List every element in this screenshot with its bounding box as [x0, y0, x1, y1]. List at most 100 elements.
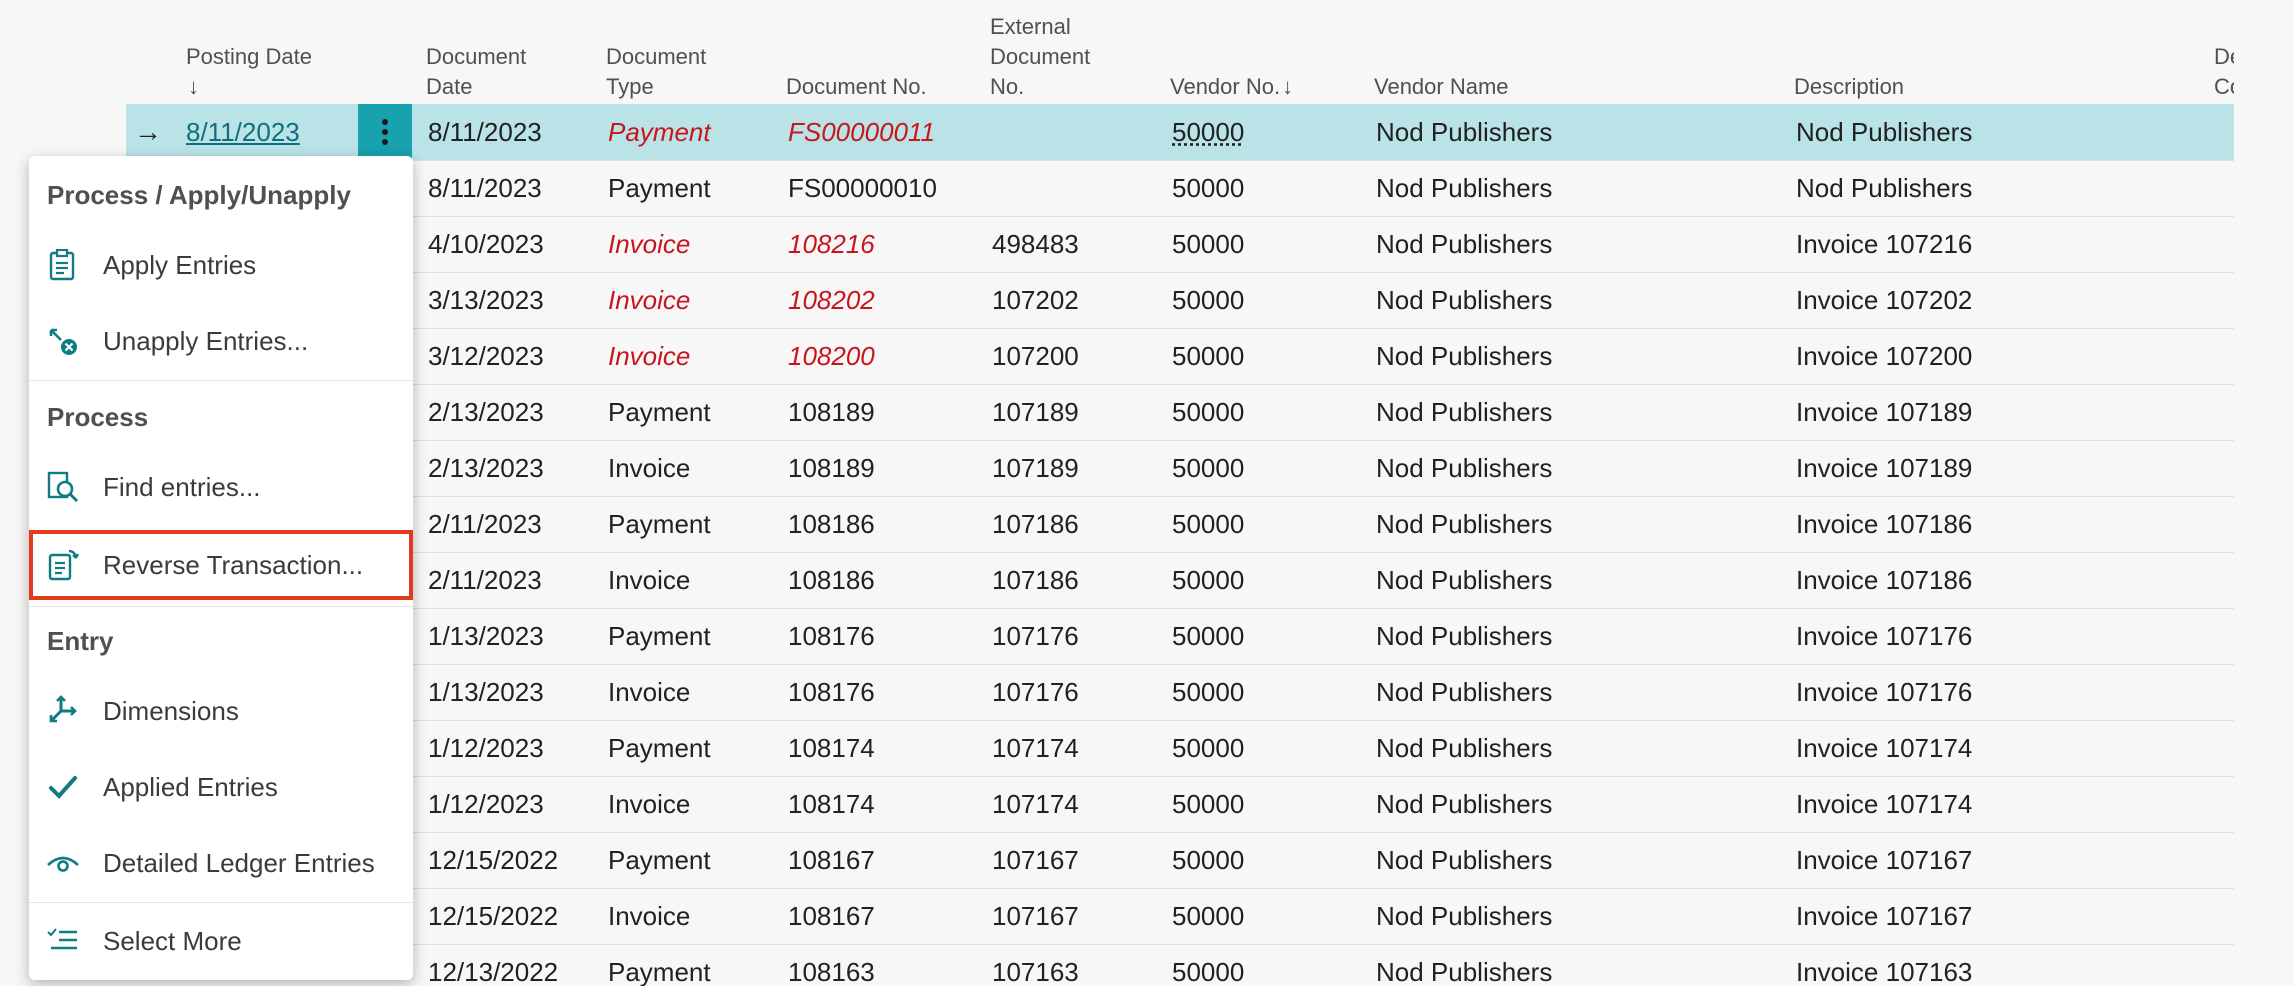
kebab-icon: [382, 119, 388, 145]
menu-separator: [29, 606, 413, 607]
cell-document-date: 3/12/2023: [428, 341, 544, 371]
table-row[interactable]: 3/13/2023 Invoice 108202 107202 50000 Nod Pub…: [126, 272, 2234, 329]
menu-item-label: Detailed Ledger Entries: [103, 847, 375, 878]
menu-heading-entry: Entry: [47, 626, 114, 656]
menu-item-label: Applied Entries: [103, 771, 278, 802]
vendor-name-label: Vendor Name: [1374, 74, 1509, 99]
cell-vendor-name: Nod Publishers: [1376, 453, 1553, 483]
table-row[interactable]: 1/12/2023 Invoice 108174 107174 50000 Nod Pub…: [126, 776, 2234, 833]
table-row[interactable]: 2/11/2023 Payment 108186 107186 50000 Nod Pub…: [126, 496, 2234, 553]
cell-description: Invoice 107200: [1796, 341, 1973, 371]
cell-document-no: 108186: [788, 565, 875, 595]
table-row[interactable]: 3/12/2023 Invoice 108200 107200 50000 Nod Pub…: [126, 328, 2234, 385]
menu-item-find-entries[interactable]: Find entries...: [29, 452, 413, 522]
table-row[interactable]: 2/13/2023 Payment 108189 107189 50000 Nod Pub…: [126, 384, 2234, 441]
cell-document-date: 2/13/2023: [428, 397, 544, 427]
sort-down-arrow-icon: ↓: [1282, 74, 1294, 99]
cell-posting-date[interactable]: 8/11/2023: [186, 104, 300, 160]
table-row[interactable]: 12/15/2022 Payment 108167 107167 50000 Nod Pu…: [126, 832, 2234, 889]
column-header-external-document-no[interactable]: External Document No.: [990, 0, 1090, 102]
column-header-truncated[interactable]: De Co: [2214, 0, 2234, 102]
cell-vendor-name: Nod Publishers: [1376, 173, 1553, 203]
cell-document-type: Invoice: [608, 565, 691, 595]
menu-item-label: Apply Entries: [103, 249, 257, 280]
cell-vendor-no: 50000: [1172, 173, 1245, 203]
column-header-vendor-name[interactable]: Vendor Name: [1374, 0, 1509, 102]
table-row[interactable]: 12/15/2022 Invoice 108167 107167 50000 Nod Pu…: [126, 888, 2234, 945]
posting-date-label: Posting Date: [186, 44, 312, 69]
menu-item-reverse-transaction[interactable]: Reverse Transaction...: [29, 530, 413, 600]
cell-description: Invoice 107176: [1796, 677, 1973, 707]
cell-vendor-no[interactable]: 50000: [1172, 104, 1244, 160]
reverse-transaction-icon: [43, 545, 83, 585]
column-header-document-no[interactable]: Document No.: [786, 0, 927, 102]
cell-vendor-no: 50000: [1172, 285, 1245, 315]
external-doc-label-line2: Document: [990, 44, 1091, 69]
table-row[interactable]: 2/11/2023 Invoice 108186 107186 50000 Nod Pub…: [126, 552, 2234, 609]
cell-document-type: Payment: [608, 397, 711, 427]
row-actions-kebab-button[interactable]: [358, 104, 412, 160]
cell-document-type: Payment: [608, 117, 711, 147]
truncated-label-line1: De: [2214, 44, 2234, 69]
menu-item-unapply-entries[interactable]: Unapply Entries...: [29, 306, 413, 376]
table-row[interactable]: → 8/11/2023 8/11/2023 Payment FS00000011 5000…: [126, 104, 2234, 161]
table-row[interactable]: 12/13/2022 Payment 108163 107163 50000 Nod Pu…: [126, 944, 2234, 986]
cell-document-type: Payment: [608, 733, 711, 763]
cell-document-type: Payment: [608, 509, 711, 539]
cell-document-date: 8/11/2023: [428, 117, 542, 147]
cell-vendor-name: Nod Publishers: [1376, 901, 1553, 931]
cell-vendor-no: 50000: [1172, 789, 1245, 819]
document-no-label: Document No.: [786, 74, 927, 99]
external-doc-label-line3: No.: [990, 74, 1025, 99]
cell-document-type: Payment: [608, 173, 711, 203]
cell-document-no: 108202: [788, 285, 875, 315]
menu-heading-process-apply: Process / Apply/Unapply: [47, 180, 351, 210]
cell-vendor-name: Nod Publishers: [1376, 733, 1553, 763]
cell-description: Invoice 107216: [1796, 229, 1973, 259]
current-row-arrow-icon: →: [134, 116, 162, 147]
cell-document-type: Invoice: [608, 677, 691, 707]
cell-external-no: 498483: [992, 229, 1079, 259]
menu-item-detailed-ledger-entries[interactable]: Detailed Ledger Entries: [29, 828, 413, 898]
menu-item-dimensions[interactable]: Dimensions: [29, 676, 413, 746]
cell-vendor-no: 50000: [1172, 677, 1245, 707]
cell-description: Nod Publishers: [1796, 117, 1973, 147]
cell-external-no: 107186: [992, 565, 1079, 595]
table-row[interactable]: 1/13/2023 Payment 108176 107176 50000 Nod Pub…: [126, 608, 2234, 665]
table-row[interactable]: 1/12/2023 Payment 108174 107174 50000 Nod Pub…: [126, 720, 2234, 777]
cell-document-date: 1/12/2023: [428, 733, 544, 763]
cell-vendor-no: 50000: [1172, 901, 1245, 931]
table-row[interactable]: 4/10/2023 Invoice 108216 498483 50000 Nod Pub…: [126, 216, 2234, 273]
cell-description: Nod Publishers: [1796, 173, 1973, 203]
dimensions-icon: [43, 691, 83, 731]
column-header-vendor-no[interactable]: Vendor No.↓: [1170, 0, 1293, 102]
description-label: Description: [1794, 74, 1905, 99]
column-header-posting-date[interactable]: Posting Date ↓: [186, 0, 312, 102]
cell-document-date: 1/13/2023: [428, 677, 544, 707]
column-header-document-type[interactable]: Document Type: [606, 0, 706, 102]
table-row[interactable]: 2/13/2023 Invoice 108189 107189 50000 Nod Pub…: [126, 440, 2234, 497]
cell-document-no: FS00000010: [788, 173, 937, 203]
cell-document-date: 2/11/2023: [428, 565, 542, 595]
cell-document-type: Invoice: [608, 341, 691, 371]
cell-vendor-no: 50000: [1172, 509, 1245, 539]
cell-description: Invoice 107174: [1796, 733, 1973, 763]
menu-item-applied-entries[interactable]: Applied Entries: [29, 752, 413, 822]
table-row[interactable]: 8/11/2023 Payment FS00000010 50000 Nod Publi…: [126, 160, 2234, 217]
cell-document-no: 108189: [788, 397, 875, 427]
column-header-description[interactable]: Description: [1794, 0, 1904, 102]
external-doc-label-line1: External: [990, 14, 1071, 39]
menu-separator: [29, 902, 413, 903]
menu-separator: [29, 380, 413, 381]
menu-item-select-more[interactable]: Select More: [29, 906, 413, 976]
menu-item-label: Select More: [103, 925, 242, 956]
table-row[interactable]: 1/13/2023 Invoice 108176 107176 50000 Nod Pub…: [126, 664, 2234, 721]
cell-document-date: 12/13/2022: [428, 957, 559, 986]
eye-icon: [43, 843, 83, 883]
column-header-document-date[interactable]: Document Date: [426, 0, 526, 102]
cell-document-type: Invoice: [608, 229, 691, 259]
cell-description: Invoice 107189: [1796, 453, 1973, 483]
cell-description: Invoice 107174: [1796, 789, 1973, 819]
cell-vendor-no: 50000: [1172, 845, 1245, 875]
menu-item-apply-entries[interactable]: Apply Entries: [29, 230, 413, 300]
